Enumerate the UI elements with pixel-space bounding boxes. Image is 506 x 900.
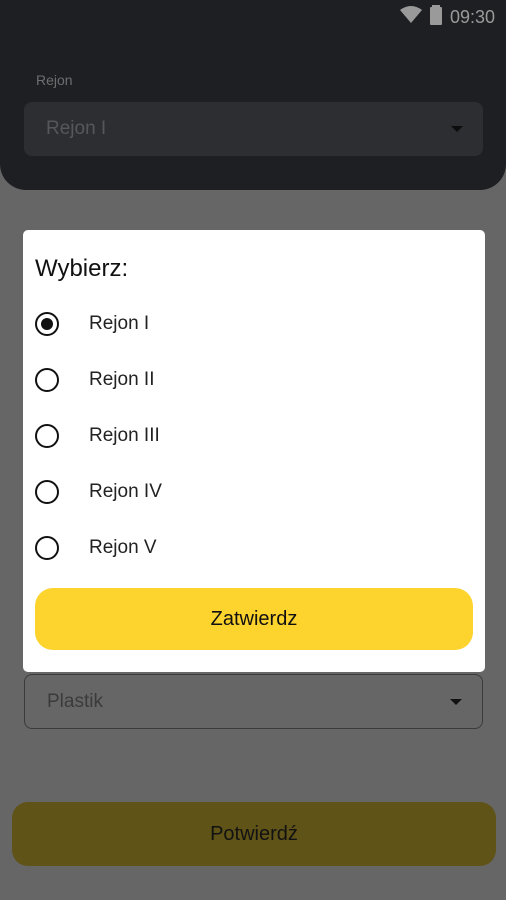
app-header: 09:30 Rejon Rejon I	[0, 0, 506, 190]
chevron-down-icon	[451, 126, 463, 132]
radio-unchecked-icon[interactable]	[35, 368, 59, 392]
battery-icon	[429, 4, 442, 30]
option-rejon-4[interactable]: Rejon IV	[35, 472, 455, 512]
option-rejon-5[interactable]: Rejon V	[35, 528, 455, 568]
region-choice-dialog: Wybierz: Rejon I Rejon II Rejon III Rejo…	[23, 230, 485, 672]
dialog-title: Wybierz:	[35, 255, 129, 282]
option-label: Rejon V	[89, 537, 157, 558]
radio-checked-icon[interactable]	[35, 312, 59, 336]
chevron-down-icon	[450, 699, 462, 705]
region-field-label: Rejon	[36, 72, 73, 88]
material-select-value: Plastik	[47, 690, 103, 712]
region-select-value: Rejon I	[46, 118, 107, 139]
option-label: Rejon III	[89, 425, 160, 446]
wifi-icon	[399, 5, 422, 29]
status-time: 09:30	[449, 6, 495, 27]
confirm-button[interactable]: Potwierdź	[12, 802, 496, 866]
option-rejon-1[interactable]: Rejon I	[35, 304, 455, 344]
region-select[interactable]: Rejon I	[24, 102, 483, 156]
submit-button[interactable]: Zatwierdz	[35, 588, 473, 650]
option-label: Rejon IV	[89, 481, 162, 502]
option-rejon-3[interactable]: Rejon III	[35, 416, 455, 456]
status-bar: 09:30	[399, 0, 506, 34]
option-label: Rejon I	[89, 313, 150, 334]
radio-unchecked-icon[interactable]	[35, 424, 59, 448]
radio-unchecked-icon[interactable]	[35, 536, 59, 560]
option-label: Rejon II	[89, 369, 155, 390]
material-select[interactable]: Plastik	[24, 674, 483, 729]
radio-unchecked-icon[interactable]	[35, 480, 59, 504]
option-rejon-2[interactable]: Rejon II	[35, 360, 455, 400]
